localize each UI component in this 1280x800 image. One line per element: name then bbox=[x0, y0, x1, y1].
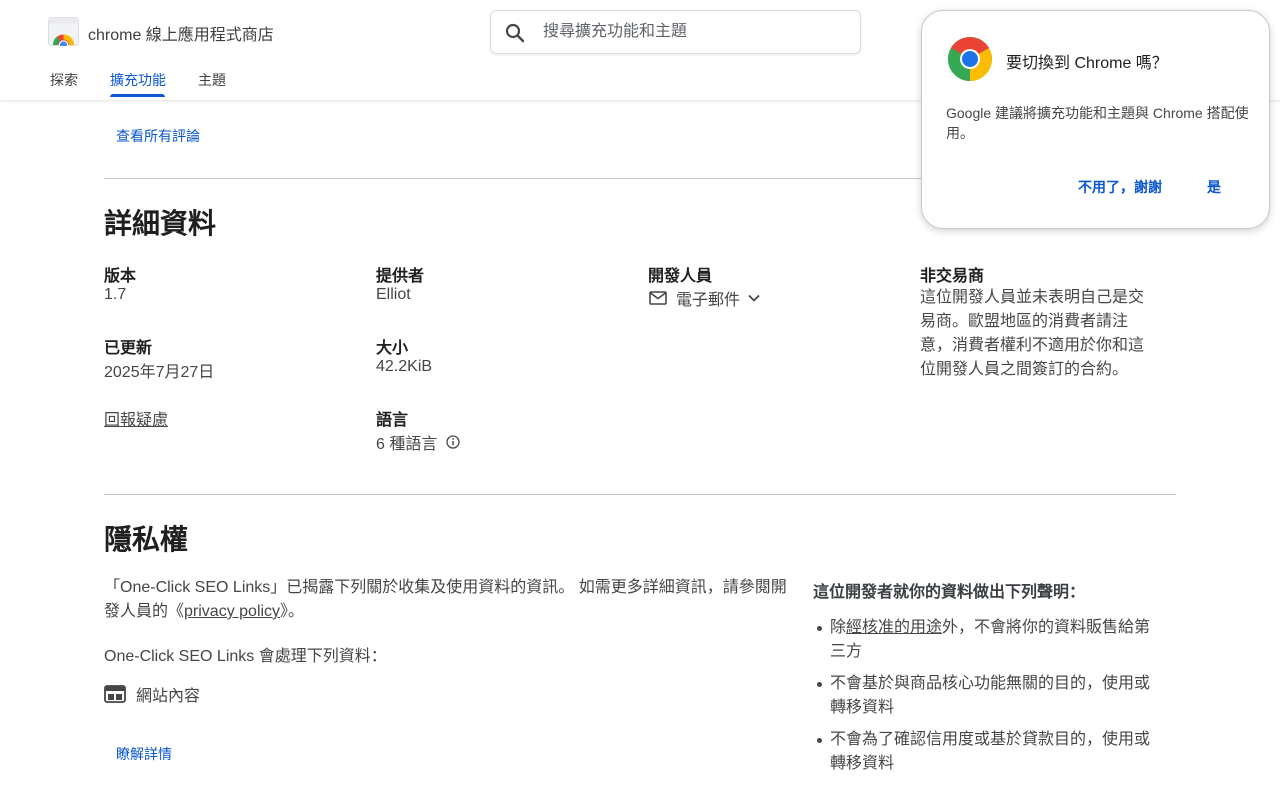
version-value: 1.7 bbox=[104, 286, 127, 303]
active-tab-indicator bbox=[110, 94, 165, 97]
developer-label: 開發人員 bbox=[648, 268, 713, 285]
updated-label: 已更新 bbox=[104, 340, 153, 357]
trader-status-text: 這位開發人員並未表明自己是交易商。歐盟地區的消費者請注意，消費者權利不適用於你和… bbox=[920, 289, 1145, 378]
search-box[interactable] bbox=[490, 10, 861, 54]
handles-data-label: One-Click SEO Links 會處理下列資料： bbox=[104, 648, 387, 665]
offered-by-value: Elliot bbox=[376, 286, 411, 303]
learn-more-link[interactable]: 瞭解詳情 bbox=[116, 744, 172, 764]
developer-email-label: 電子郵件 bbox=[676, 292, 741, 309]
size-label: 大小 bbox=[376, 340, 409, 357]
mail-icon bbox=[649, 291, 667, 305]
declaration-item: 不會基於與商品核心功能無關的目的，使用或轉移資料 bbox=[817, 672, 1160, 720]
dialog-title: 要切換到 Chrome 嗎？ bbox=[1006, 55, 1168, 72]
offered-by-label: 提供者 bbox=[376, 268, 425, 285]
data-type-item: 網站內容 bbox=[104, 682, 200, 706]
languages-value: 6 種語言 bbox=[376, 436, 438, 453]
web-content-icon bbox=[104, 685, 126, 703]
declaration-item: 不會為了確認信用度或基於貸款目的，使用或轉移資料 bbox=[817, 728, 1160, 776]
store-title[interactable]: chrome 線上應用程式商店 bbox=[88, 21, 274, 45]
search-icon[interactable] bbox=[503, 21, 527, 45]
tab-themes[interactable]: 主題 bbox=[198, 70, 226, 90]
languages-label: 語言 bbox=[376, 412, 409, 429]
info-icon[interactable] bbox=[445, 434, 461, 450]
declaration-text: 除 bbox=[830, 619, 847, 636]
version-label: 版本 bbox=[104, 268, 137, 285]
size-value: 42.2KiB bbox=[376, 358, 433, 375]
details-title: 詳細資料 bbox=[104, 208, 217, 239]
updated-value: 2025年7月27日 bbox=[104, 364, 215, 381]
tab-discover[interactable]: 探索 bbox=[50, 70, 78, 90]
data-type-label: 網站內容 bbox=[136, 688, 201, 705]
see-all-reviews-link[interactable]: 查看所有評論 bbox=[116, 126, 200, 146]
no-thanks-button[interactable]: 不用了，謝謝 bbox=[1078, 177, 1162, 197]
languages-row: 6 種語言 bbox=[376, 430, 461, 454]
chrome-web-store-logo-icon[interactable] bbox=[48, 17, 79, 50]
yes-button[interactable]: 是 bbox=[1207, 177, 1221, 197]
privacy-intro-end: 》。 bbox=[280, 603, 305, 620]
privacy-intro: 「One-Click SEO Links」已揭露下列關於收集及使用資料的資訊。 … bbox=[104, 576, 794, 624]
search-input[interactable] bbox=[543, 19, 843, 45]
tab-extensions[interactable]: 擴充功能 bbox=[110, 70, 166, 90]
trader-status-label: 非交易商 bbox=[920, 268, 985, 285]
declarations-list: 除經核准的用途外，不會將你的資料販售給第三方 不會基於與商品核心功能無關的目的，… bbox=[817, 616, 1160, 784]
report-concern-link[interactable]: 回報疑慮 bbox=[104, 406, 168, 430]
developer-email-dropdown[interactable]: 電子郵件 bbox=[648, 286, 762, 310]
privacy-title: 隱私權 bbox=[104, 524, 189, 555]
chevron-down-icon bbox=[748, 294, 760, 302]
dialog-body: Google 建議將擴充功能和主題與 Chrome 搭配使用。 bbox=[946, 105, 1249, 141]
declaration-item: 除經核准的用途外，不會將你的資料販售給第三方 bbox=[817, 616, 1160, 664]
approved-uses-link[interactable]: 經核准的用途 bbox=[846, 619, 942, 636]
privacy-policy-link[interactable]: privacy policy bbox=[184, 603, 280, 620]
chrome-logo-icon bbox=[948, 37, 992, 81]
declarations-title: 這位開發者就你的資料做出下列聲明： bbox=[813, 584, 1086, 601]
switch-to-chrome-dialog: 要切換到 Chrome 嗎？ Google 建議將擴充功能和主題與 Chrome… bbox=[921, 10, 1270, 229]
divider bbox=[104, 494, 1176, 495]
